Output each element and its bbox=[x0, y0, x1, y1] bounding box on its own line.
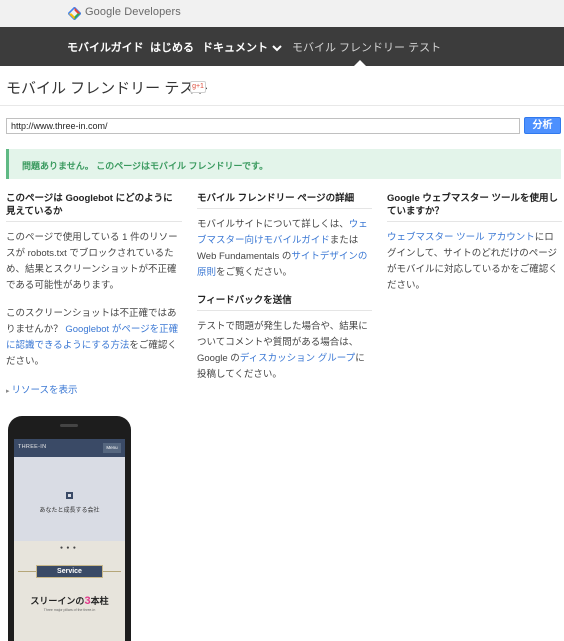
google-developers-logo-icon[interactable] bbox=[68, 7, 81, 20]
nav-item-documents[interactable]: ドキュメント bbox=[202, 39, 282, 55]
screenshot-hero-text: あなたと成長する会社 bbox=[39, 508, 100, 514]
feedback-text: テストで問題が発生した場合や、結果についてコメントや質問がある場合は、Googl… bbox=[197, 319, 372, 383]
screenshot-pillar-heading: スリーインの3本柱 bbox=[14, 594, 125, 607]
screenshot-carousel-dots: ● ● ● bbox=[60, 545, 77, 551]
google-plus-one-button[interactable]: g+1 bbox=[190, 81, 206, 93]
pillar-suffix: 本柱 bbox=[90, 596, 109, 606]
screenshot-menu-button: Menu bbox=[103, 443, 121, 453]
webmaster-tools-heading: Google ウェブマスター ツールを使用していますか？ bbox=[387, 192, 562, 222]
googlebot-view-heading: このページは Googlebot にどのように見えているか bbox=[6, 192, 182, 222]
mobile-details-text: モバイルサイトについて詳しくは、ウェブマスター向けモバイルガイドまたは Web … bbox=[197, 217, 372, 281]
screenshot-site-header: THREE-IN Menu bbox=[14, 439, 125, 457]
screenshot-site-logo: THREE-IN bbox=[18, 444, 47, 450]
discussion-group-link[interactable]: ディスカッション グループ bbox=[240, 353, 355, 364]
webmaster-tools-section: Google ウェブマスター ツールを使用していますか？ ウェブマスター ツール… bbox=[387, 192, 562, 294]
screenshot-service-banner: Service bbox=[36, 565, 103, 578]
phone-speaker bbox=[60, 424, 78, 427]
triangle-right-icon: ▸ bbox=[6, 388, 10, 395]
main-nav: モバイルガイド はじめる ドキュメント モバイル フレンドリー テスト bbox=[0, 27, 564, 66]
show-resources-label: リソースを表示 bbox=[11, 385, 78, 396]
brand-name[interactable]: Google Developers bbox=[85, 6, 181, 18]
nav-item-documents-label: ドキュメント bbox=[202, 42, 268, 54]
show-resources-link[interactable]: ▸ リソースを表示 bbox=[6, 382, 182, 396]
url-input[interactable] bbox=[6, 118, 520, 134]
googlebot-view-section: このページは Googlebot にどのように見えているか このページで使用して… bbox=[6, 192, 182, 396]
active-nav-indicator bbox=[354, 60, 366, 66]
phone-screenshot-preview: THREE-IN Menu あなたと成長する会社 ● ● ● Service ス… bbox=[8, 416, 131, 641]
analyze-button[interactable]: 分析 bbox=[524, 117, 561, 134]
inaccurate-screenshot-text: このスクリーンショットは不正確ではありませんか？ Googlebot がページを… bbox=[6, 306, 182, 370]
chevron-down-icon bbox=[272, 44, 282, 52]
brand-bar: Google Developers bbox=[0, 0, 564, 27]
nav-item-mobile-guide[interactable]: モバイルガイド bbox=[67, 39, 144, 55]
nav-item-mobile-friendly-test[interactable]: モバイル フレンドリー テスト bbox=[292, 39, 441, 55]
mobile-friendly-details-heading: モバイル フレンドリー ページの詳細 bbox=[197, 192, 372, 209]
screenshot-pillar-subtext: Three major pillars of the three-in bbox=[43, 608, 96, 612]
blocked-resources-text: このページで使用している 1 件のリソースが robots.txt でブロックさ… bbox=[6, 232, 178, 291]
result-message: 問題ありません。 このページはモバイル フレンドリーです。 bbox=[22, 161, 269, 171]
page-title: モバイル フレンドリー テスト bbox=[6, 80, 210, 97]
pillar-prefix: スリーインの bbox=[30, 596, 85, 606]
phone-screen: THREE-IN Menu あなたと成長する会社 ● ● ● Service ス… bbox=[14, 439, 125, 641]
feedback-heading: フィードバックを送信 bbox=[197, 294, 372, 311]
screenshot-divider-left bbox=[18, 571, 36, 572]
building-icon bbox=[66, 492, 73, 499]
screenshot-hero: あなたと成長する会社 bbox=[14, 457, 125, 541]
title-divider bbox=[0, 105, 564, 106]
mobile-details-prefix: モバイルサイトについて詳しくは、 bbox=[197, 219, 349, 230]
screenshot-divider-right bbox=[103, 571, 121, 572]
mobile-details-suffix: をご覧ください。 bbox=[216, 267, 293, 278]
mobile-friendly-details-section: モバイル フレンドリー ページの詳細 モバイルサイトについて詳しくは、ウェブマス… bbox=[197, 192, 372, 383]
webmaster-tools-account-link[interactable]: ウェブマスター ツール アカウント bbox=[387, 232, 535, 243]
nav-item-getting-started[interactable]: はじめる bbox=[150, 39, 194, 55]
result-banner: 問題ありません。 このページはモバイル フレンドリーです。 bbox=[6, 149, 561, 179]
webmaster-tools-text: ウェブマスター ツール アカウントにログインして、サイトのどれだけのページがモバ… bbox=[387, 230, 562, 294]
